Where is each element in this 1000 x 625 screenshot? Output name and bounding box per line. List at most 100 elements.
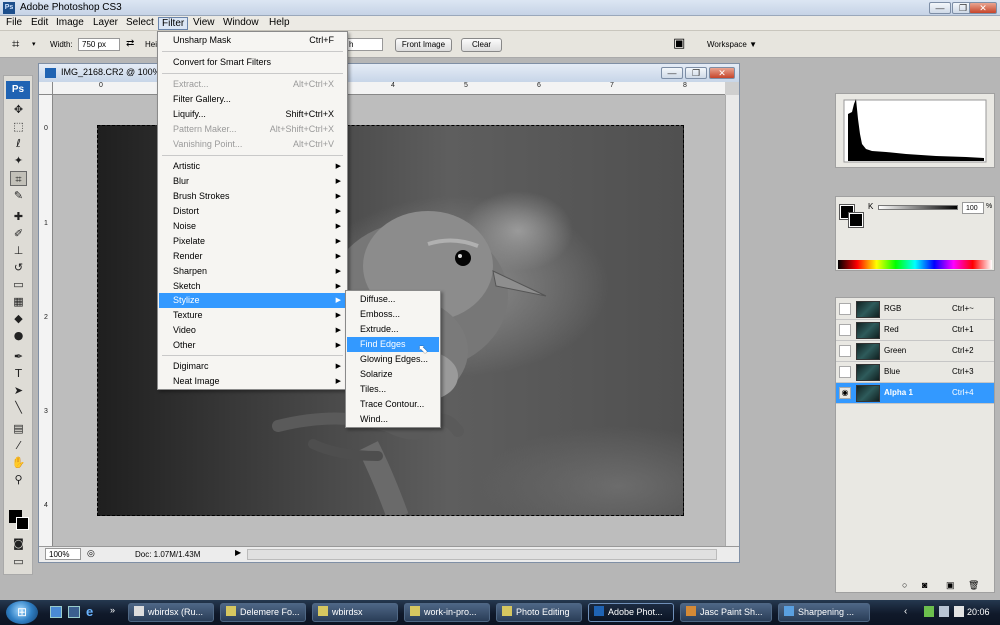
healing-brush-icon[interactable]: ✚	[10, 209, 27, 224]
menu-item-brush-strokes[interactable]: Brush Strokes ▶	[159, 189, 346, 204]
lasso-tool-icon[interactable]: ℓ	[10, 136, 27, 151]
visibility-toggle[interactable]	[839, 345, 851, 357]
taskbar-item-delemere[interactable]: Delemere Fo...	[220, 603, 306, 622]
load-selection-icon[interactable]: ○	[902, 580, 907, 590]
quick-mask-icon[interactable]: ◙	[10, 536, 27, 551]
menu-item-artistic[interactable]: Artistic ▶	[159, 159, 346, 174]
document-title-bar[interactable]: IMG_2168.CR2 @ 100% — ❐ ✕	[39, 64, 739, 82]
zoom-field[interactable]: 100%	[45, 548, 81, 560]
type-tool-icon[interactable]: T	[10, 366, 27, 381]
k-slider[interactable]	[878, 205, 958, 210]
blur-tool-icon[interactable]: ◆	[10, 311, 27, 326]
menu-item-trace-contour[interactable]: Trace Contour...	[347, 397, 439, 412]
menu-item-blur[interactable]: Blur ▶	[159, 174, 346, 189]
menu-item-solarize[interactable]: Solarize	[347, 367, 439, 382]
channel-row-green[interactable]: Green Ctrl+2	[836, 341, 994, 362]
trash-icon[interactable]: 🗑	[968, 580, 979, 591]
close-button[interactable]: ✕	[969, 2, 997, 14]
tray-network-icon[interactable]	[924, 606, 934, 617]
doc-close-button[interactable]: ✕	[709, 67, 735, 79]
color-panel-background-swatch[interactable]	[848, 212, 864, 228]
clear-button[interactable]: Clear	[461, 38, 502, 52]
hand-tool-icon[interactable]: ✋	[10, 455, 27, 470]
menu-item-other[interactable]: Other ▶	[159, 338, 346, 353]
magic-wand-icon[interactable]: ✦	[10, 153, 27, 168]
menu-select[interactable]: Select	[123, 17, 157, 30]
status-menu-icon[interactable]: ◎	[87, 548, 95, 559]
brush-tool-icon[interactable]: ✐	[10, 226, 27, 241]
pen-tool-icon[interactable]: ✒	[10, 349, 27, 364]
move-tool-icon[interactable]: ✥	[10, 102, 27, 117]
status-arrow-icon[interactable]: ▶	[235, 548, 241, 557]
notes-tool-icon[interactable]: ▤	[10, 421, 27, 436]
menu-item-neat-image[interactable]: Neat Image ▶	[159, 374, 346, 389]
crop-tool-icon[interactable]: ⌗	[10, 171, 27, 186]
background-color-swatch[interactable]	[16, 517, 29, 530]
swap-icon[interactable]: ⇄	[126, 38, 134, 49]
channel-row-rgb[interactable]: RGB Ctrl+~	[836, 299, 994, 320]
dodge-tool-icon[interactable]: ●	[10, 328, 27, 343]
doc-restore-button[interactable]: ❐	[685, 67, 707, 79]
switch-windows-icon[interactable]	[68, 606, 80, 618]
clock[interactable]: 20:06	[967, 607, 990, 617]
eraser-tool-icon[interactable]: ▭	[10, 277, 27, 292]
menu-item-emboss[interactable]: Emboss...	[347, 307, 439, 322]
menu-item-liquify[interactable]: Liquify... Shift+Ctrl+X	[159, 107, 346, 122]
channel-row-alpha-1[interactable]: ◉ Alpha 1 Ctrl+4	[836, 383, 994, 404]
tool-preset-arrow-icon[interactable]: ▾	[32, 40, 36, 48]
tray-expand-icon[interactable]: ‹	[904, 606, 907, 617]
marquee-tool-icon[interactable]: ⬚	[10, 119, 27, 134]
quicklaunch-overflow[interactable]: »	[110, 605, 115, 615]
menu-item-unsharp-mask[interactable]: Unsharp Mask Ctrl+F	[159, 33, 346, 48]
taskbar-item-photo-editing[interactable]: Photo Editing	[496, 603, 582, 622]
k-value-input[interactable]: 100	[962, 202, 984, 214]
menu-filter[interactable]: Filter	[158, 17, 189, 30]
menu-image[interactable]: Image	[53, 17, 87, 30]
menu-window[interactable]: Window	[220, 17, 262, 30]
menu-view[interactable]: View	[190, 17, 218, 30]
tray-volume-icon[interactable]	[939, 606, 949, 617]
menu-item-video[interactable]: Video ▶	[159, 323, 346, 338]
bridge-icon[interactable]: ▣	[673, 36, 685, 51]
visibility-toggle[interactable]	[839, 366, 851, 378]
menu-item-filter-gallery[interactable]: Filter Gallery...	[159, 92, 346, 107]
menu-help[interactable]: Help	[266, 17, 293, 30]
visibility-toggle[interactable]	[839, 324, 851, 336]
taskbar-item-jasc-paint-shop[interactable]: Jasc Paint Sh...	[680, 603, 772, 622]
doc-minimize-button[interactable]: —	[661, 67, 683, 79]
menu-item-wind[interactable]: Wind...	[347, 412, 439, 427]
eye-icon[interactable]: ◉	[839, 387, 851, 399]
menu-item-extrude[interactable]: Extrude...	[347, 322, 439, 337]
vertical-scrollbar[interactable]	[725, 95, 739, 546]
taskbar-item-work-in-progress[interactable]: work-in-pro...	[404, 603, 490, 622]
zoom-tool-icon[interactable]: ⚲	[10, 472, 27, 487]
show-desktop-icon[interactable]	[50, 606, 62, 618]
menu-item-sketch[interactable]: Sketch ▶	[159, 279, 346, 294]
workspace-menu[interactable]: Workspace ▼	[707, 40, 757, 49]
channel-row-red[interactable]: Red Ctrl+1	[836, 320, 994, 341]
menu-item-diffuse[interactable]: Diffuse...	[347, 292, 439, 307]
new-channel-icon[interactable]: ▣	[946, 580, 955, 591]
resolution-unit-select[interactable]: h	[345, 38, 383, 51]
color-ramp[interactable]	[838, 260, 992, 269]
menu-item-sharpen[interactable]: Sharpen ▶	[159, 264, 346, 279]
taskbar-item-sharpening[interactable]: Sharpening ...	[778, 603, 870, 622]
path-select-icon[interactable]: ➤	[10, 383, 27, 398]
menu-item-texture[interactable]: Texture ▶	[159, 308, 346, 323]
line-tool-icon[interactable]: ╲	[10, 400, 27, 415]
menu-item-pixelate[interactable]: Pixelate ▶	[159, 234, 346, 249]
start-button[interactable]: ⊞	[6, 601, 38, 624]
taskbar-item-wbirdsx[interactable]: wbirdsx	[312, 603, 398, 622]
eyedropper2-icon[interactable]: ⁄	[10, 438, 27, 453]
taskbar-item-photoshop[interactable]: Adobe Phot...	[588, 603, 674, 622]
ie-icon[interactable]: e	[86, 604, 93, 619]
menu-item-stylize[interactable]: Stylize ▶	[159, 293, 346, 308]
crop-tool-icon[interactable]: ⌗	[12, 37, 19, 52]
ruler-origin[interactable]	[39, 82, 53, 95]
menu-item-tiles[interactable]: Tiles...	[347, 382, 439, 397]
taskbar-item-wbirdsx-ru[interactable]: wbirdsx (Ru...	[128, 603, 214, 622]
gradient-tool-icon[interactable]: ▦	[10, 294, 27, 309]
tray-flag-icon[interactable]	[954, 606, 964, 617]
save-selection-icon[interactable]: ◙	[922, 580, 927, 590]
menu-item-digimarc[interactable]: Digimarc ▶	[159, 359, 346, 374]
